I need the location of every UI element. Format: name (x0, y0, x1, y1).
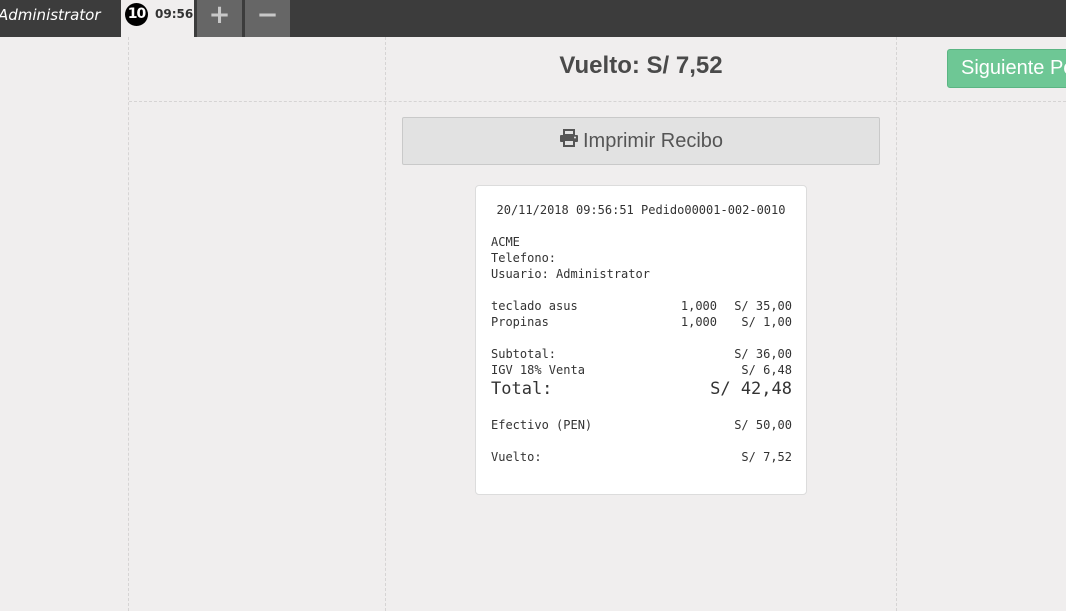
receipt-line-item: teclado asus 1,000 S/ 35,00 (491, 299, 792, 315)
divider-center-right (896, 37, 897, 611)
receipt-change: Vuelto: S/ 7,52 (491, 450, 792, 466)
item-name: Propinas (491, 315, 549, 329)
remove-order-button[interactable]: − (245, 0, 290, 37)
receipt-header: 20/11/2018 09:56:51 Pedido00001-002-0010 (496, 203, 786, 217)
user-label: Usuario: Administrator (491, 267, 650, 281)
change-label: Vuelto: (491, 450, 542, 464)
receipt: 20/11/2018 09:56:51 Pedido00001-002-0010… (475, 185, 807, 495)
username-label[interactable]: Administrator (0, 6, 101, 24)
tax-label: IGV 18% Venta (491, 363, 585, 377)
add-order-button[interactable]: + (197, 0, 242, 37)
print-receipt-button[interactable]: Imprimir Recibo (402, 117, 880, 165)
item-qty: 1,000 (680, 315, 717, 329)
receipt-subtotal: Subtotal: S/ 36,00 (491, 347, 792, 363)
next-order-button[interactable]: Siguiente Pedido (947, 49, 1066, 88)
company-name: ACME (491, 235, 520, 249)
item-price: S/ 1,00 (741, 315, 792, 329)
total-value: S/ 42,48 (710, 379, 792, 399)
item-price: S/ 35,00 (734, 299, 792, 313)
item-name: teclado asus (491, 299, 578, 313)
receipt-payment: Efectivo (PEN) S/ 50,00 (491, 418, 792, 434)
receipt-user: Usuario: Administrator (491, 267, 792, 283)
receipt-company: ACME (491, 235, 792, 251)
change-amount-title: Vuelto: S/ 7,52 (559, 52, 723, 79)
item-qty: 1,000 (680, 299, 717, 313)
order-tab[interactable]: 10 09:56 (121, 0, 194, 37)
receipt-phone: Telefono: (491, 251, 792, 267)
printer-icon (559, 129, 579, 153)
tax-value: S/ 6,48 (741, 363, 792, 377)
subtotal-label: Subtotal: (491, 347, 557, 361)
change-value: S/ 7,52 (741, 450, 792, 464)
phone-label: Telefono: (491, 251, 557, 265)
order-time: 09:56 (155, 7, 194, 21)
top-bar: Administrator 10 09:56 + − (0, 0, 1066, 37)
print-receipt-label: Imprimir Recibo (582, 129, 724, 152)
subtotal-value: S/ 36,00 (734, 347, 792, 361)
receipt-tax: IGV 18% Venta S/ 6,48 (491, 363, 792, 379)
divider-center-left (385, 37, 386, 611)
payment-method-label: Efectivo (PEN) (491, 418, 593, 432)
receipt-line-item: Propinas 1,000 S/ 1,00 (491, 315, 792, 331)
total-label: Total: (491, 379, 553, 399)
order-number-badge: 10 (125, 3, 148, 26)
receipt-total: Total: S/ 42,48 (491, 379, 792, 401)
payment-value: S/ 50,00 (734, 418, 792, 432)
divider-horizontal (129, 101, 1066, 102)
divider-left (128, 37, 129, 611)
